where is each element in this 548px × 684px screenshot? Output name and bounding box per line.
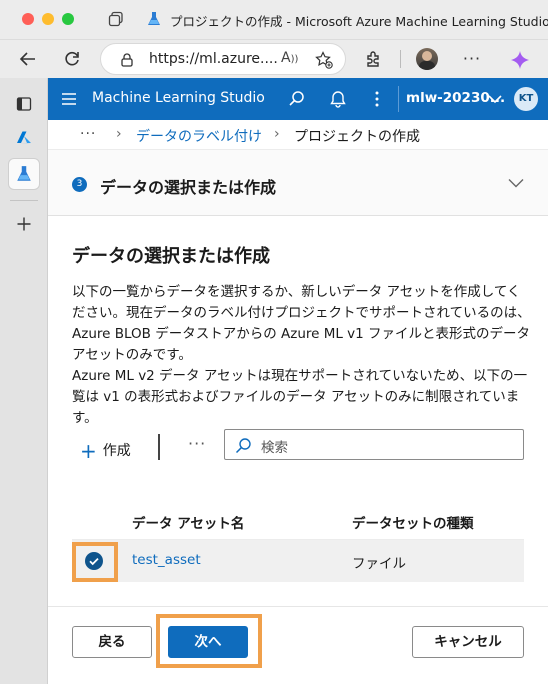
hamburger-menu-icon[interactable]	[61, 92, 77, 106]
copilot-sparkle-icon[interactable]	[510, 50, 530, 70]
search-input[interactable]: 検索	[224, 429, 524, 460]
browser-profile-avatar[interactable]	[416, 48, 438, 70]
browser-toolbar: https://ml.azure.... A)) ···	[0, 40, 548, 78]
azure-logo-icon	[17, 131, 31, 144]
add-favorite-icon[interactable]	[315, 51, 333, 69]
refresh-icon[interactable]	[62, 49, 82, 69]
studio-title[interactable]: Machine Learning Studio	[92, 90, 265, 106]
toolbar-divider	[400, 50, 401, 68]
breadcrumb-overflow[interactable]: ···	[80, 126, 96, 142]
create-label: 作成	[102, 443, 131, 459]
row-checkbox[interactable]	[77, 544, 111, 578]
search-icon	[235, 438, 251, 454]
window-title: プロジェクトの作成 - Microsoft Azure Machine Lear…	[170, 14, 548, 29]
more-commands-button[interactable]: ···	[188, 434, 206, 453]
close-window-button[interactable]	[22, 13, 34, 25]
plus-icon: +	[80, 439, 97, 463]
description-paragraph: Azure ML v2 データ アセットは現在サポートされていないため、以下の一…	[72, 368, 528, 426]
search-placeholder: 検索	[261, 440, 288, 456]
description-paragraph: 以下の一覧からデータを選択するか、新しいデータ アセットを作成してください。現在…	[72, 284, 531, 363]
header-divider	[398, 86, 399, 112]
azure-ml-favicon-icon	[148, 12, 160, 25]
read-aloud-icon[interactable]: A))	[281, 50, 298, 66]
notifications-bell-icon[interactable]	[329, 90, 347, 108]
azure-ml-icon	[17, 166, 31, 181]
lock-icon	[121, 53, 133, 67]
step-number-badge: 3	[72, 177, 87, 192]
browser-sidebar	[0, 78, 48, 684]
chevron-down-icon[interactable]	[508, 178, 524, 188]
table-row[interactable]: test_asset ファイル	[72, 540, 524, 582]
command-divider	[158, 434, 160, 460]
command-bar: + 作成 ··· 検索	[72, 428, 532, 468]
more-vertical-icon[interactable]	[374, 90, 380, 108]
chevron-right-icon: ›	[274, 126, 280, 142]
breadcrumb: ··· › データのラベル付け › プロジェクトの作成	[48, 120, 548, 150]
studio-header: Machine Learning Studio mlw-20230... KT	[48, 78, 548, 120]
chevron-down-icon[interactable]	[488, 94, 502, 104]
sidebar-item-tabs[interactable]	[8, 88, 40, 120]
column-header-asset-name[interactable]: データ アセット名	[132, 512, 244, 532]
back-button[interactable]: 戻る	[72, 626, 152, 658]
cancel-button[interactable]: キャンセル	[412, 626, 524, 658]
section-description: 以下の一覧からデータを選択するか、新しいデータ アセットを作成してください。現在…	[72, 282, 532, 429]
browser-title-bar: プロジェクトの作成 - Microsoft Azure Machine Lear…	[0, 0, 548, 40]
checkmark-circle-icon	[85, 552, 103, 570]
breadcrumb-create-project: プロジェクトの作成	[294, 129, 420, 145]
extensions-icon[interactable]	[364, 49, 384, 69]
address-bar[interactable]: https://ml.azure.... A))	[100, 43, 346, 75]
tab-actions-icon[interactable]	[108, 11, 124, 27]
breadcrumb-data-labeling[interactable]: データのラベル付け	[136, 126, 262, 146]
window-controls	[22, 13, 74, 25]
chevron-right-icon: ›	[116, 126, 122, 142]
sidebar-item-azure-ml[interactable]	[8, 158, 40, 190]
column-header-dataset-type[interactable]: データセットの種類	[352, 512, 474, 532]
dataset-type-cell: ファイル	[352, 556, 406, 572]
plus-icon	[17, 217, 31, 231]
footer-divider	[48, 606, 548, 607]
maximize-window-button[interactable]	[62, 13, 74, 25]
main-content: データの選択または作成 以下の一覧からデータを選択するか、新しいデータ アセット…	[48, 216, 548, 684]
back-arrow-icon[interactable]	[18, 49, 38, 69]
next-button[interactable]: 次へ	[168, 626, 248, 658]
table-header: データ アセット名 データセットの種類	[72, 504, 524, 540]
sidebar-item-azure[interactable]	[8, 122, 40, 154]
user-avatar[interactable]: KT	[514, 87, 538, 111]
step-title: データの選択または作成	[100, 178, 277, 197]
more-options-icon[interactable]: ···	[462, 49, 482, 69]
wizard-step-header[interactable]: 3 データの選択または作成	[48, 150, 548, 216]
vertical-tabs-icon	[16, 97, 32, 111]
section-title: データの選択または作成	[72, 246, 270, 267]
create-button[interactable]: + 作成	[80, 439, 131, 463]
minimize-window-button[interactable]	[42, 13, 54, 25]
url-text: https://ml.azure....	[149, 51, 278, 67]
sidebar-add-button[interactable]	[8, 208, 40, 240]
search-icon[interactable]	[288, 90, 306, 108]
sidebar-divider	[10, 200, 38, 201]
asset-name-link[interactable]: test_asset	[132, 552, 201, 568]
